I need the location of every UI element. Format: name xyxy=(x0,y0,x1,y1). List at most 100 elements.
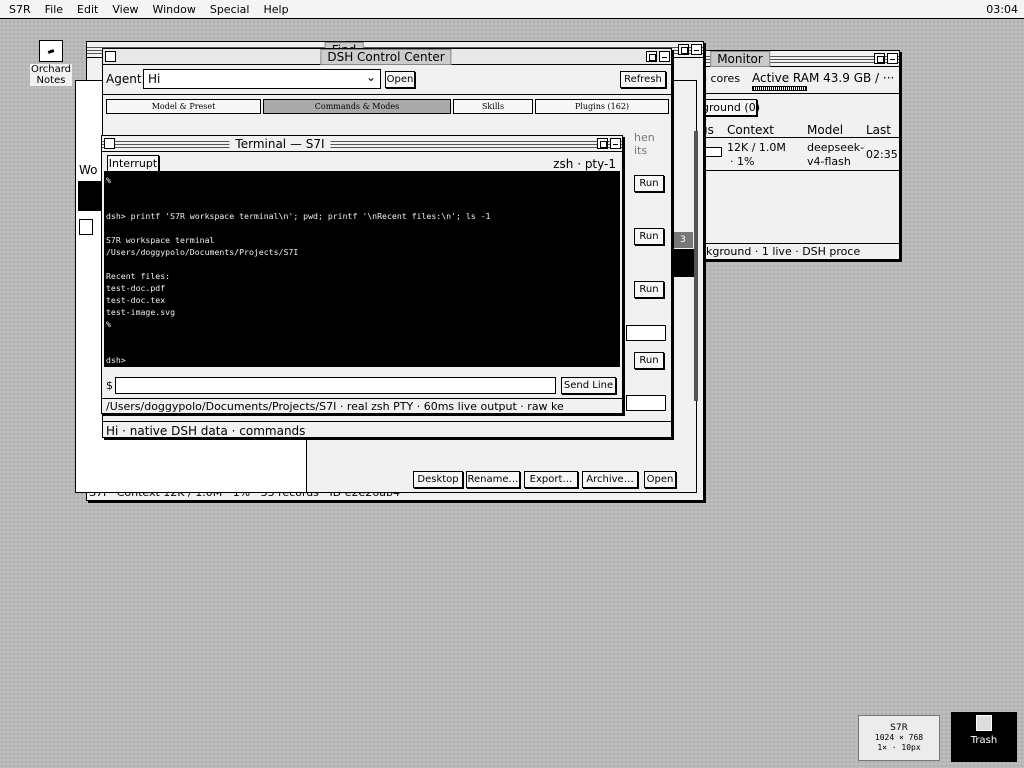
tab-skills[interactable]: Skills xyxy=(453,99,533,114)
open-button[interactable]: Open xyxy=(644,471,676,488)
zoom-box-icon[interactable] xyxy=(597,138,608,149)
terminal-line: /Users/doggypolo/Documents/Projects/S7I xyxy=(106,247,299,257)
process-row[interactable]: 12K / 1.0M · 1% deepseek- v4-flash 02:35… xyxy=(700,139,902,171)
orchard-notes-label-1: Orchard xyxy=(30,64,72,75)
menu-window[interactable]: Window xyxy=(145,3,202,16)
collapse-box-icon[interactable] xyxy=(887,53,898,64)
close-box-icon[interactable] xyxy=(105,51,116,62)
terminal-titlebar[interactable]: Terminal — S7I xyxy=(102,136,622,152)
agent-bar: Agent Hi ⌄ Open Refresh xyxy=(103,65,671,95)
run-button[interactable]: Run xyxy=(634,352,664,369)
terminal-line: test-image.svg xyxy=(106,307,176,317)
notes-icon xyxy=(39,40,63,62)
row-context: 12K / 1.0M xyxy=(727,141,786,154)
terminal-window: Terminal — S7I Interrupt zsh · pty-1 % d… xyxy=(101,135,623,414)
terminal-title: Terminal — S7I xyxy=(229,137,331,151)
control-center-status: Hi · native DSH data · commands xyxy=(106,424,306,438)
run-button[interactable]: Run xyxy=(634,228,664,245)
zoom-box-icon[interactable] xyxy=(678,44,689,55)
monitor-status-bar: ckground · 1 live · DSH proce xyxy=(671,243,899,259)
orchard-notes-label-2: Notes xyxy=(30,75,72,86)
tab-model-preset[interactable]: Model & Preset xyxy=(106,99,261,114)
rename-button[interactable]: Rename… xyxy=(466,471,520,488)
menubar: S7R File Edit View Window Special Help 0… xyxy=(0,0,1024,19)
monitor-stats-bar: · 18 cores Active RAM 43.9 GB / ··· xyxy=(671,68,899,94)
background-tab[interactable]: ground (0) xyxy=(701,99,760,116)
run-button[interactable]: Run xyxy=(634,281,664,298)
agent-select-value: Hi xyxy=(148,72,161,86)
count-badge: 3 xyxy=(673,232,693,248)
command-arg-field[interactable] xyxy=(626,325,666,341)
agent-select[interactable]: Hi ⌄ xyxy=(143,69,381,89)
finder-scrollbar[interactable] xyxy=(694,131,698,401)
screen-info-title: S7R xyxy=(890,723,908,733)
menu-view[interactable]: View xyxy=(105,3,145,16)
run-button[interactable]: Run xyxy=(634,175,664,192)
command-arg-field[interactable] xyxy=(626,395,666,411)
active-ram: Active RAM 43.9 GB / ··· xyxy=(752,71,895,85)
monitor-titlebar[interactable]: Monitor xyxy=(671,51,899,67)
menu-app[interactable]: S7R xyxy=(0,3,38,16)
terminal-line: % xyxy=(106,175,111,185)
monitor-window: Monitor · 18 cores Active RAM 43.9 GB / … xyxy=(670,50,902,260)
list-selection xyxy=(674,249,694,277)
export-button[interactable]: Export… xyxy=(524,471,578,488)
collapse-box-icon[interactable] xyxy=(691,44,702,55)
tab-commands-modes[interactable]: Commands & Modes xyxy=(263,99,451,114)
collapse-box-icon[interactable] xyxy=(659,51,670,62)
row-last: 02:35: xyxy=(866,148,902,161)
refresh-button[interactable]: Refresh xyxy=(620,71,666,88)
row-model-1: deepseek- xyxy=(807,141,865,154)
terminal-output[interactable]: % dsh> printf 'S7R workspace terminal\n'… xyxy=(104,171,620,367)
terminal-input[interactable] xyxy=(115,377,556,394)
prompt-symbol: $ xyxy=(106,379,113,392)
process-table-header: us Context Model Last xyxy=(700,121,899,138)
menubar-clock: 03:04 xyxy=(986,3,1018,16)
sidebar-item-icon[interactable] xyxy=(79,219,93,235)
control-center-status-bar: Hi · native DSH data · commands xyxy=(103,421,671,438)
close-box-icon[interactable] xyxy=(104,138,115,149)
tab-plugins[interactable]: Plugins (162) xyxy=(535,99,669,114)
trash-icon[interactable]: Trash xyxy=(951,712,1017,762)
menu-edit[interactable]: Edit xyxy=(70,3,105,16)
screen-info-widget: S7R 1024 × 768 1× · 10px xyxy=(858,715,940,761)
collapse-box-icon[interactable] xyxy=(610,138,621,149)
terminal-status: /Users/doggypolo/Documents/Projects/S7I … xyxy=(106,400,564,413)
screen-info-scale: 1× · 10px xyxy=(877,743,921,752)
screen-info-resolution: 1024 × 768 xyxy=(874,733,924,742)
terminal-line: dsh> printf 'S7R workspace terminal\n'; … xyxy=(106,211,491,221)
control-center-titlebar[interactable]: DSH Control Center xyxy=(103,49,671,65)
menu-file[interactable]: File xyxy=(38,3,70,16)
sidebar-label: Wo xyxy=(79,163,98,177)
zoom-box-icon[interactable] xyxy=(874,53,885,64)
terminal-line: dsh> xyxy=(106,355,126,365)
row-status-box xyxy=(704,147,722,157)
orchard-notes-desktop-icon[interactable]: Orchard Notes xyxy=(30,40,72,86)
col-context[interactable]: Context xyxy=(727,123,774,137)
terminal-line: S7R workspace terminal xyxy=(106,235,215,245)
trash-can-icon xyxy=(976,715,992,731)
send-line-button[interactable]: Send Line xyxy=(561,377,616,394)
interrupt-button[interactable]: Interrupt xyxy=(107,155,159,172)
terminal-line: % xyxy=(106,319,111,329)
shell-info: zsh · pty-1 xyxy=(553,157,616,171)
col-model[interactable]: Model xyxy=(807,123,843,137)
col-last[interactable]: Last xyxy=(866,123,891,137)
menu-help[interactable]: Help xyxy=(256,3,295,16)
ram-meter xyxy=(752,86,807,91)
row-model-2: v4-flash xyxy=(807,155,851,168)
terminal-line: test-doc.pdf xyxy=(106,283,166,293)
archive-button[interactable]: Archive… xyxy=(582,471,638,488)
zoom-box-icon[interactable] xyxy=(646,51,657,62)
monitor-title: Monitor xyxy=(710,51,770,67)
agent-label: Agent xyxy=(106,72,142,86)
terminal-line: Recent files: xyxy=(106,271,171,281)
menu-special[interactable]: Special xyxy=(203,3,257,16)
open-agent-button[interactable]: Open xyxy=(385,71,415,88)
desktop-button[interactable]: Desktop xyxy=(413,471,463,488)
